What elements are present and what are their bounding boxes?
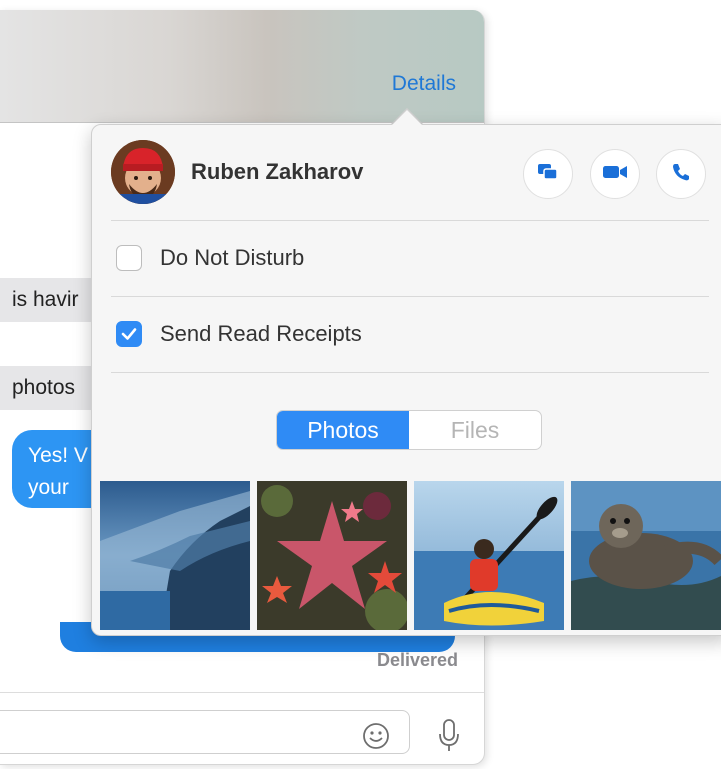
video-camera-icon [602,164,628,185]
tab-files[interactable]: Files [409,411,541,449]
message-text: is havir [12,288,79,311]
do-not-disturb-label: Do Not Disturb [160,245,305,270]
message-input[interactable] [0,710,410,754]
do-not-disturb-checkbox[interactable] [116,245,142,271]
video-call-button[interactable] [590,149,640,199]
attachments-segmented-control: Photos Files [276,410,542,450]
tab-photos[interactable]: Photos [277,411,409,449]
photo-thumbnail[interactable] [414,481,564,630]
photo-thumbnail[interactable] [100,481,250,630]
microphone-icon[interactable] [436,718,462,754]
divider [111,296,709,297]
conversation-header: Details [0,10,484,123]
checkmark-icon [117,322,141,346]
phone-call-button[interactable] [656,149,706,199]
details-button[interactable]: Details [392,72,456,96]
message-text: photos [12,376,76,399]
message-bubbles-icon [536,162,560,187]
divider [0,692,484,693]
avatar [111,140,175,204]
contact-name: Ruben Zakharov [191,159,364,184]
photo-thumbnail[interactable] [257,481,407,630]
popover-arrow-fill [392,110,422,125]
divider [111,372,709,373]
send-read-receipts-label: Send Read Receipts [160,321,362,346]
message-button[interactable] [523,149,573,199]
divider [111,220,709,221]
phone-icon [671,162,691,187]
send-read-receipts-checkbox[interactable] [116,321,142,347]
delivery-status: Delivered [376,650,458,670]
photo-thumbnail[interactable] [571,481,721,630]
smiley-face-icon[interactable] [362,722,390,750]
